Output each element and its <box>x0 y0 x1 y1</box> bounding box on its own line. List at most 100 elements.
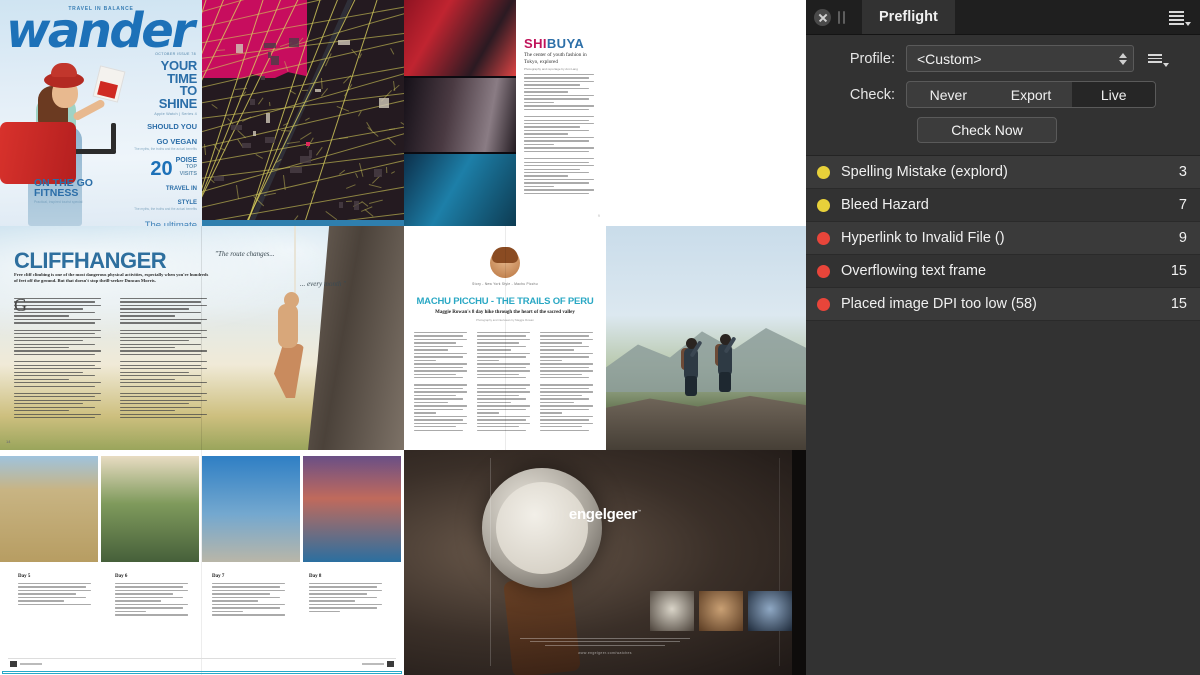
body-text-line <box>540 332 593 333</box>
body-text-line <box>524 144 554 145</box>
body-text-line <box>477 370 530 371</box>
body-text-line <box>414 405 467 406</box>
profile-select[interactable]: <Custom> <box>906 45 1134 72</box>
body-text-line <box>120 396 201 397</box>
body-text-line <box>477 356 526 357</box>
tab-preflight[interactable]: Preflight <box>862 0 955 34</box>
map-line <box>300 133 311 140</box>
body-text-line <box>540 419 589 420</box>
body-text-line <box>212 593 270 594</box>
body-text-line <box>540 339 593 340</box>
spread-cliffhanger[interactable]: CLIFFHANGER Free cliff climbing is one o… <box>0 226 404 450</box>
body-text-line <box>540 342 582 343</box>
body-text-line <box>14 315 69 316</box>
preflight-error-row[interactable]: Bleed Hazard 7 <box>806 189 1200 222</box>
check-option-live[interactable]: Live <box>1072 82 1155 107</box>
body-text-line <box>14 319 101 320</box>
cliff-body-column-1: G <box>14 298 106 424</box>
body-text-line <box>14 301 95 302</box>
spread-map[interactable] <box>202 0 404 226</box>
preflight-error-row[interactable]: Overflowing text frame 15 <box>806 255 1200 288</box>
map-line <box>390 48 394 54</box>
spread-shibuya[interactable]: SHIBUYA The center of youth fashion in T… <box>404 0 606 226</box>
check-option-never[interactable]: Never <box>907 82 990 107</box>
body-text-line <box>115 604 188 605</box>
spread-magazine-cover[interactable]: TRAVEL IN BALANCE wander OCTOBER ISSUE 7… <box>0 0 202 226</box>
body-text-line <box>540 367 589 368</box>
body-text-line <box>414 374 456 375</box>
map-line <box>321 78 322 89</box>
shibuya-kicker: Photography and reportage by Ami Lang <box>524 67 596 71</box>
body-text-line <box>212 583 285 584</box>
preflight-error-label: Overflowing text frame <box>841 263 1171 279</box>
body-text-line <box>524 77 589 78</box>
body-text-line <box>212 597 280 598</box>
body-text-line <box>120 315 175 316</box>
body-text-line <box>14 344 95 345</box>
body-paragraph <box>540 332 596 378</box>
map-building <box>354 201 359 209</box>
body-text-line <box>540 388 589 389</box>
shibuya-text-page: SHIBUYA The center of youth fashion in T… <box>516 0 606 226</box>
spread-hikers-photo[interactable] <box>606 226 806 450</box>
map-building <box>379 98 389 108</box>
watch-ad-footer: www.engelgeer.com/watches <box>404 638 806 655</box>
body-text-line <box>14 396 95 397</box>
preflight-panel[interactable]: Preflight Profile: <Custom> Check: Never… <box>806 0 1200 675</box>
body-text-line <box>524 162 589 163</box>
check-now-button[interactable]: Check Now <box>917 117 1057 143</box>
profile-stepper-icon[interactable] <box>1119 53 1127 65</box>
body-paragraph <box>524 74 598 110</box>
body-text-line <box>540 353 593 354</box>
body-text-line <box>477 395 519 396</box>
body-text-line <box>414 342 456 343</box>
map-line <box>258 98 263 105</box>
map-line <box>235 88 247 90</box>
body-text-line <box>120 407 201 408</box>
map-building <box>315 89 321 92</box>
document-canvas[interactable]: TRAVEL IN BALANCE wander OCTOBER ISSUE 7… <box>0 0 806 675</box>
spread-peru-days[interactable]: Day 5 Day 6 Day 7 Day 8 <box>0 450 404 675</box>
preflight-error-list[interactable]: Spelling Mistake (explord) 3 Bleed Hazard 7… <box>806 155 1200 675</box>
body-text-line <box>540 335 589 336</box>
body-text-line <box>309 590 382 591</box>
body-text-line <box>477 342 519 343</box>
cliff-spread-fold <box>201 226 202 450</box>
check-option-export[interactable]: Export <box>990 82 1073 107</box>
body-paragraph <box>120 393 212 419</box>
map-line <box>389 128 395 129</box>
body-text-line <box>14 393 101 394</box>
preflight-error-row[interactable]: Hyperlink to Invalid File () 9 <box>806 222 1200 255</box>
coverline-number-block: 20 POISE TOP VISITS <box>123 157 197 178</box>
panel-grip-icon[interactable] <box>838 11 852 34</box>
body-text-line <box>524 193 589 194</box>
coverline-num-b: TOP <box>176 164 197 171</box>
preflight-error-row[interactable]: Spelling Mistake (explord) 3 <box>806 156 1200 189</box>
body-text-line <box>120 333 201 334</box>
map-building <box>339 202 344 207</box>
map-building <box>261 76 265 80</box>
body-text-line <box>14 417 95 418</box>
check-segmented-control[interactable]: Never Export Live <box>906 81 1156 108</box>
map-line <box>355 173 358 177</box>
peru-photo-coastal-town <box>303 456 401 562</box>
close-icon[interactable] <box>814 9 831 26</box>
shibuya-deck: The center of youth fashion in Tokyo, ex… <box>524 52 596 65</box>
body-text-line <box>414 398 463 399</box>
shibuya-body-text <box>524 74 598 200</box>
body-text-line <box>524 74 594 75</box>
panel-menu-icon[interactable] <box>1169 9 1191 27</box>
map-building <box>242 143 251 148</box>
body-text-line <box>18 590 91 591</box>
hiker-figure-left <box>680 332 702 394</box>
body-text-line <box>18 600 64 601</box>
body-text-line <box>524 147 594 148</box>
body-text-line <box>120 305 207 306</box>
spread-machu-picchu[interactable]: Story - New York Style - Machu Picchu MA… <box>404 226 606 450</box>
body-text-line <box>309 600 355 601</box>
spread-watch-advert[interactable]: engelgeer™ www.engelgeer.com/watches <box>404 450 806 675</box>
preflight-error-row[interactable]: Placed image DPI too low (58) 15 <box>806 288 1200 321</box>
profile-menu-icon[interactable] <box>1148 51 1170 67</box>
body-text-line <box>120 308 189 309</box>
body-text-line <box>414 388 463 389</box>
